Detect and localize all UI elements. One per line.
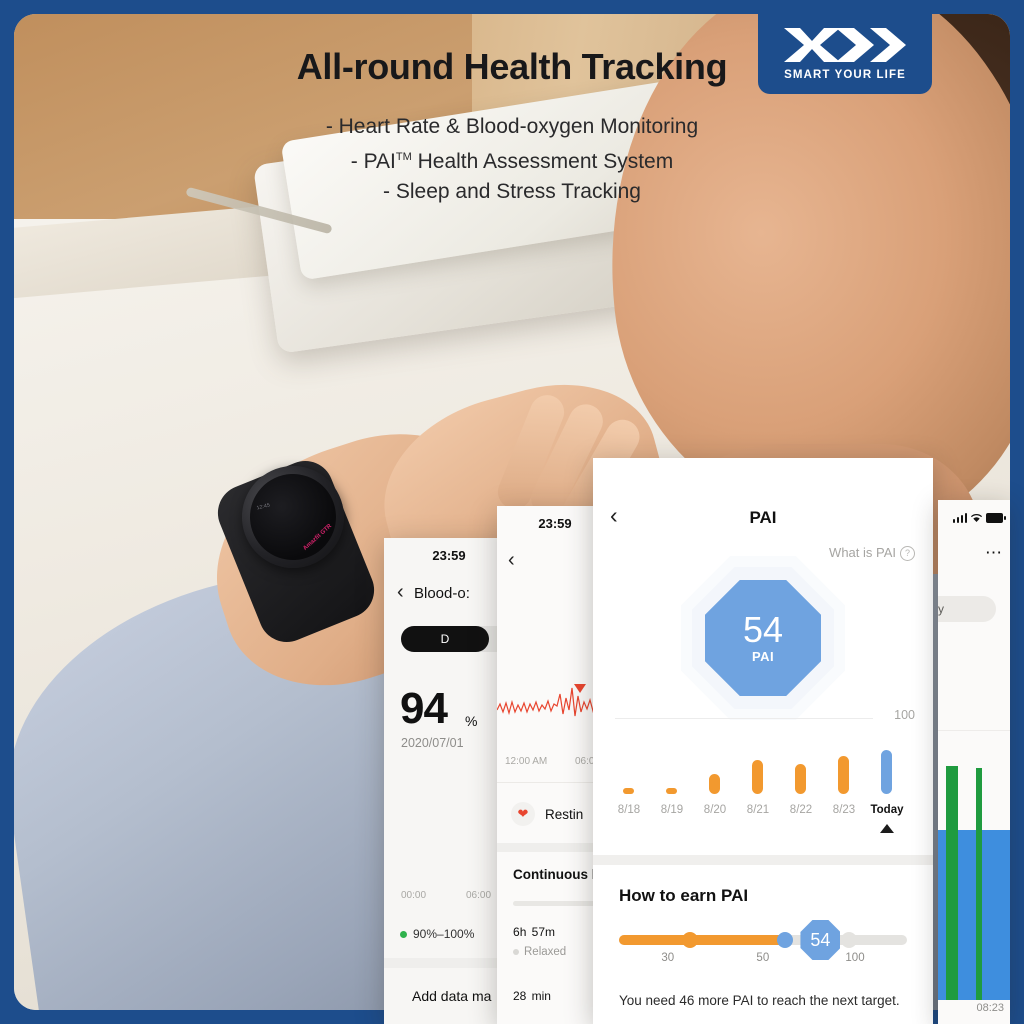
- what-is-pai-link[interactable]: What is PAI?: [829, 545, 915, 561]
- x-chevron-logo-icon: [784, 27, 906, 62]
- screen-title: PAI: [749, 508, 777, 527]
- card-divider: [593, 855, 933, 865]
- logo-tagline: SMART YOUR LIFE: [784, 68, 906, 81]
- duration2-value: 28: [513, 989, 527, 1003]
- chart-gridline: [938, 730, 1010, 731]
- relaxed-label: Relaxed: [513, 946, 566, 958]
- green-bar-1: [946, 766, 958, 1000]
- watch-accent-text: Amazfit GTR: [302, 523, 334, 552]
- phone-right-partial-screen: ⋯ y 08:23: [938, 500, 1010, 1024]
- wifi-icon: [970, 514, 983, 522]
- continuous-hr-title: Continuous h: [513, 867, 600, 882]
- bullet-pai-text: - PAI: [350, 150, 396, 173]
- bar-today: [881, 750, 892, 794]
- bullet-pai: - PAITM Health Assessment System: [0, 142, 1024, 177]
- watch-face-text: 12:45: [256, 502, 271, 512]
- bar-label-3: 8/21: [746, 804, 770, 816]
- brand-logo-badge: SMART YOUR LIFE: [758, 10, 932, 94]
- question-mark-icon[interactable]: ?: [900, 546, 915, 561]
- axis-label-start: 00:00: [401, 890, 427, 901]
- bar-4: [795, 764, 806, 794]
- axis-label-start: 12:00 AM: [505, 756, 548, 767]
- progress-bar: [513, 901, 599, 906]
- bar-label-4: 8/22: [789, 804, 813, 816]
- battery-icon: [986, 513, 1006, 523]
- duration-hours-value: 6: [513, 925, 520, 939]
- measurement-date: 2020/07/01: [401, 736, 464, 750]
- chart-gridline-label: 100: [894, 708, 915, 722]
- bullet-pai-rest: Health Assessment System: [411, 150, 674, 173]
- bar-label-1: 8/19: [660, 804, 684, 816]
- green-bar-2: [976, 768, 982, 1000]
- signal-bars-icon: [952, 512, 967, 523]
- axis-label-mid: 06:00: [466, 890, 492, 901]
- bar-label-2: 8/20: [703, 804, 727, 816]
- bar-2: [709, 774, 720, 794]
- period-segment-pill[interactable]: y: [938, 596, 996, 622]
- section-divider: [384, 958, 514, 968]
- pai-octagon: 54 PAI: [705, 580, 821, 696]
- relaxed-text: Relaxed: [524, 946, 567, 958]
- poster-canvas: 12:45 Amazfit GTR All-round Health Track…: [0, 0, 1024, 1024]
- legend-dot-icon: [400, 931, 407, 939]
- pai-target-note: You need 46 more PAI to reach the next t…: [619, 993, 900, 1008]
- slider-handle-100[interactable]: [840, 932, 857, 948]
- bar-label-today: Today: [870, 804, 904, 816]
- status-bar-time: 23:59: [432, 548, 466, 563]
- back-chevron-icon[interactable]: ‹: [397, 582, 404, 602]
- slider-tick-100: 100: [845, 952, 865, 964]
- feature-bullet-list: - Heart Rate & Blood-oxygen Monitoring -…: [0, 112, 1024, 207]
- slider-tick-30: 30: [661, 952, 675, 964]
- bullet-sleep-stress: - Sleep and Stress Tracking: [383, 180, 641, 203]
- pai-score-badge: 54 PAI: [681, 556, 845, 720]
- pai-history-bar-chart: 8/18 8/19 8/20 8/21 8/22 8/23 Today: [615, 730, 915, 833]
- period-segment-selected[interactable]: D: [401, 626, 489, 652]
- second-duration: 28 min: [513, 984, 551, 1006]
- bar-0: [623, 788, 634, 794]
- add-data-action[interactable]: Add data ma: [412, 988, 491, 1004]
- what-is-pai-text: What is PAI: [829, 545, 896, 560]
- spo2-value: 94: [400, 684, 448, 733]
- chart-timestamp: 08:23: [976, 1002, 1004, 1014]
- pai-target-slider[interactable]: 54 30 50 100: [619, 920, 907, 964]
- bar-3: [752, 760, 763, 794]
- slider-fill: [619, 935, 787, 945]
- bar-1: [666, 788, 677, 794]
- duration-hours-unit: h: [519, 925, 527, 939]
- screen-title: Blood-o:: [414, 585, 470, 602]
- how-to-earn-pai-title: How to earn PAI: [619, 886, 749, 905]
- bar-5: [838, 756, 849, 794]
- today-indicator-icon: [880, 824, 894, 833]
- slider-handle-30[interactable]: [682, 932, 699, 948]
- spo2-unit: %: [465, 713, 478, 729]
- phone-blood-oxygen-screen: 23:59 ‹ Blood-o: D 94 % 2020/07/01 00:00…: [384, 538, 514, 1024]
- pai-score-value: 54: [742, 609, 784, 650]
- duration-minutes-value: 57: [531, 925, 546, 939]
- duration2-unit: min: [531, 989, 551, 1003]
- sleep-duration: 6h 57m: [513, 920, 555, 942]
- relaxed-dot-icon: [513, 949, 519, 955]
- more-dots-icon[interactable]: ⋯: [985, 544, 1004, 561]
- chart-gridline: [615, 718, 873, 719]
- back-chevron-icon[interactable]: ‹: [508, 550, 515, 570]
- spo2-legend: 90%–100%: [400, 927, 474, 941]
- heart-icon: ❤: [511, 802, 535, 826]
- duration-minutes-unit: m: [545, 925, 556, 939]
- bar-label-0: 8/18: [617, 804, 641, 816]
- status-bar-icons: [952, 512, 1006, 523]
- bullet-heart-rate: - Heart Rate & Blood-oxygen Monitoring: [325, 115, 699, 138]
- slider-tick-50: 50: [756, 952, 770, 964]
- legend-label: 90%–100%: [413, 927, 475, 941]
- resting-heart-rate-label: Restin: [545, 807, 584, 822]
- slider-handle-50[interactable]: [777, 932, 794, 948]
- phone-pai-screen: ‹ PAI What is PAI? 54 PAI 100 8/18 8/19 …: [593, 458, 933, 1024]
- bar-label-5: 8/23: [832, 804, 856, 816]
- trademark-mark: TM: [395, 151, 412, 163]
- pai-score-label: PAI: [752, 649, 774, 664]
